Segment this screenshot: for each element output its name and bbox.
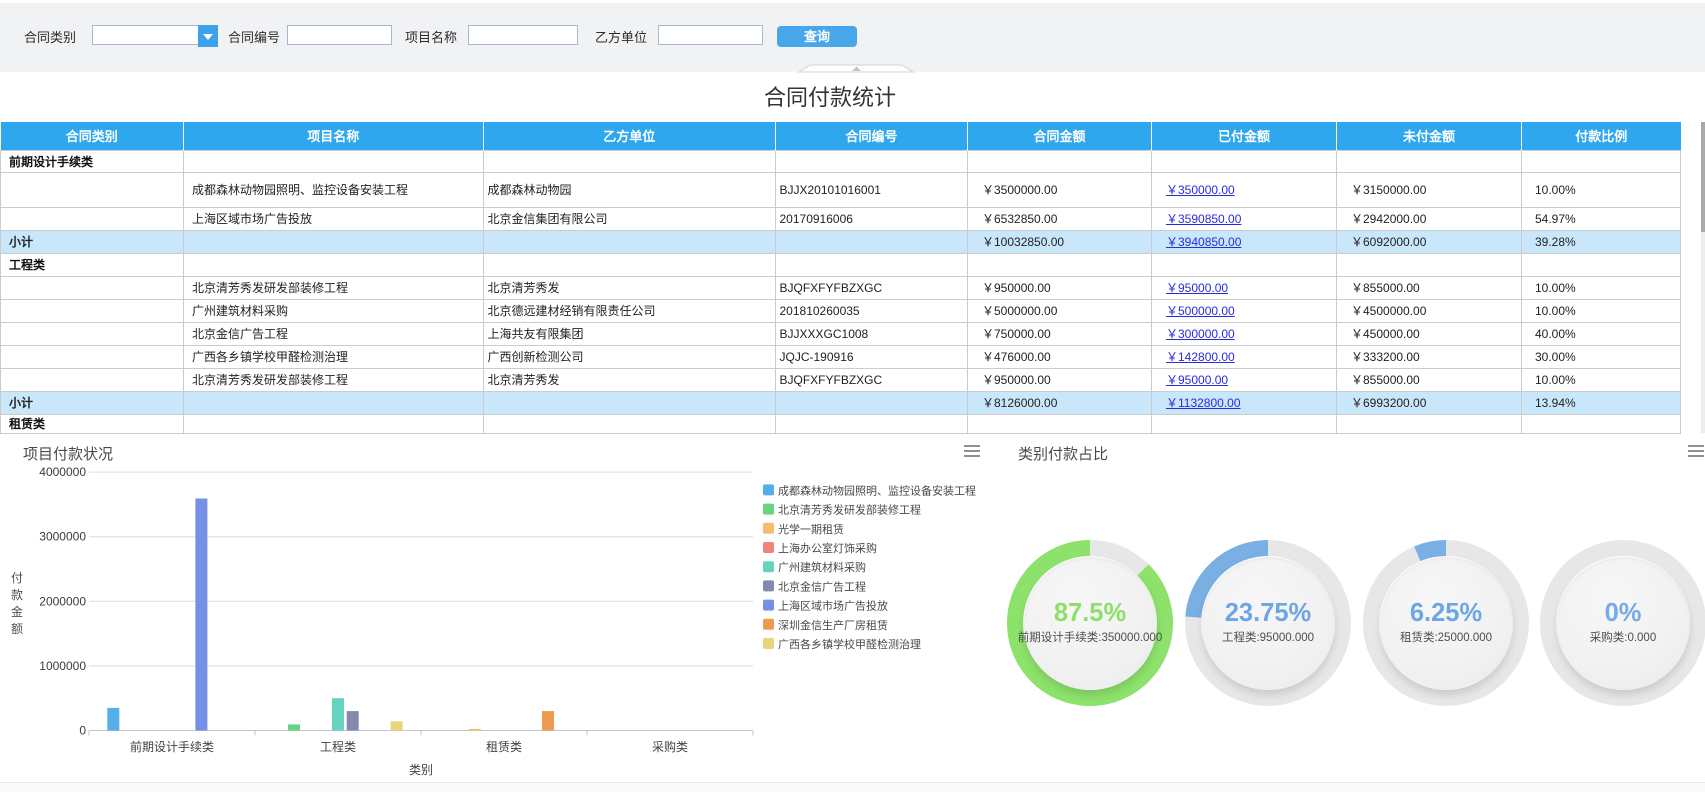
svg-text:类别: 类别 [409,763,433,777]
svg-text:深圳金信生产厂房租赁: 深圳金信生产厂房租赁 [778,618,888,632]
svg-text:前期设计手续类: 前期设计手续类 [130,739,214,754]
svg-text:3000000: 3000000 [39,530,86,544]
svg-text:0: 0 [79,724,86,738]
svg-text:工程类: 工程类 [320,739,356,754]
svg-text:金: 金 [11,604,23,619]
svg-text:上海区域市场广告投放: 上海区域市场广告投放 [778,599,888,613]
svg-text:租赁类: 租赁类 [486,740,522,754]
svg-text:额: 额 [11,622,23,636]
svg-text:广西各乡镇学校甲醛检测治理: 广西各乡镇学校甲醛检测治理 [778,637,921,651]
svg-text:2000000: 2000000 [39,594,86,608]
svg-text:款: 款 [11,588,23,602]
svg-text:采购类: 采购类 [652,739,688,754]
svg-text:光学一期租赁: 光学一期租赁 [778,522,844,536]
svg-text:北京清芳秀发研发部装修工程: 北京清芳秀发研发部装修工程 [778,503,921,517]
svg-text:4000000: 4000000 [39,465,86,479]
svg-text:付: 付 [11,571,23,585]
svg-text:1000000: 1000000 [39,659,86,673]
svg-text:北京金信广告工程: 北京金信广告工程 [778,579,866,593]
svg-text:成都森林动物园照明、监控设备安装工程: 成都森林动物园照明、监控设备安装工程 [778,483,976,497]
svg-text:上海办公室灯饰采购: 上海办公室灯饰采购 [778,541,877,555]
svg-text:广州建筑材料采购: 广州建筑材料采购 [778,560,866,574]
